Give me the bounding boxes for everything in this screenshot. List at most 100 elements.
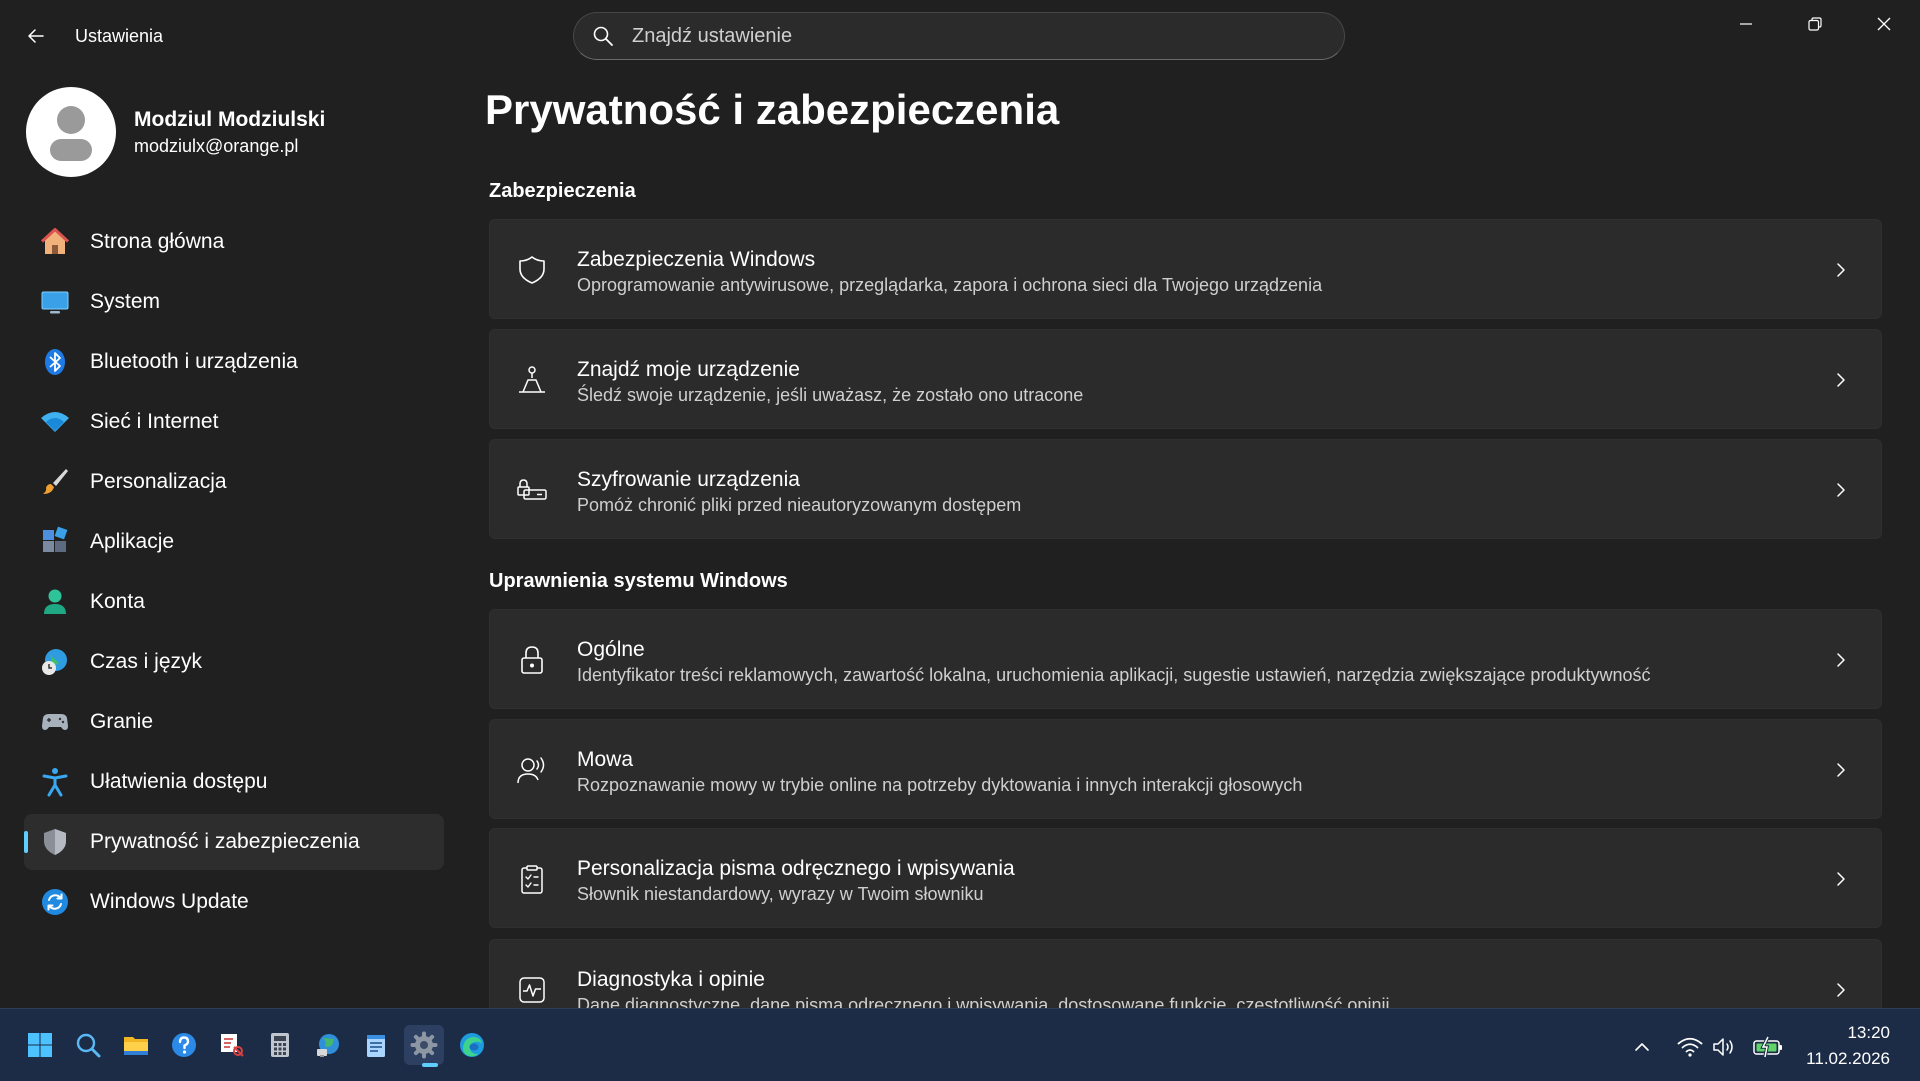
calculator-icon	[271, 1033, 289, 1057]
battery-tray-button[interactable]	[1750, 1033, 1786, 1061]
card-title: Personalizacja pisma odręcznego i wpisyw…	[577, 857, 1015, 880]
card-general[interactable]: Ogólne Identyfikator treści reklamowych,…	[489, 609, 1882, 709]
volume-tray-button[interactable]	[1710, 1033, 1738, 1061]
sidebar-item-label: Granie	[90, 710, 154, 733]
card-description: Śledź swoje urządzenie, jeśli uważasz, ż…	[577, 385, 1084, 405]
back-button[interactable]	[20, 20, 52, 52]
card-description: Dane diagnostyczne, dane pisma odręczneg…	[577, 995, 1390, 1008]
chevron-right-icon	[1829, 368, 1853, 392]
lock-icon	[514, 642, 550, 678]
show-hidden-icons-button[interactable]	[1628, 1033, 1656, 1061]
bluetooth-icon	[38, 345, 72, 379]
update-icon	[38, 885, 72, 919]
sidebar-item-accessibility[interactable]: Ułatwienia dostępu	[24, 754, 444, 810]
card-inking-typing[interactable]: Personalizacja pisma odręcznego i wpisyw…	[489, 828, 1882, 928]
chevron-up-icon	[1635, 1043, 1649, 1051]
sidebar-item-privacy[interactable]: Prywatność i zabezpieczenia	[24, 814, 444, 870]
sidebar-item-label: Strona główna	[90, 230, 225, 253]
back-arrow-icon	[28, 29, 44, 43]
taskbar-app-file-explorer[interactable]	[116, 1025, 156, 1065]
card-find-my-device[interactable]: Znajdź moje urządzenie Śledź swoje urząd…	[489, 329, 1882, 429]
settings-gear-icon	[410, 1031, 438, 1059]
chevron-right-icon	[1829, 978, 1853, 1002]
shield-icon	[38, 825, 72, 859]
diagnostics-icon	[514, 972, 550, 1008]
network-tray-button[interactable]	[1676, 1033, 1704, 1061]
card-device-encryption[interactable]: Szyfrowanie urządzenia Pomóż chronić pli…	[489, 439, 1882, 539]
start-button[interactable]	[20, 1025, 60, 1065]
card-description: Identyfikator treści reklamowych, zawart…	[577, 665, 1651, 685]
sidebar-item-apps[interactable]: Aplikacje	[24, 514, 444, 570]
find-device-icon	[514, 362, 550, 398]
sidebar-item-system[interactable]: System	[24, 274, 444, 330]
sidebar-item-label: Windows Update	[90, 890, 249, 913]
close-button[interactable]	[1861, 8, 1907, 40]
sidebar-item-gaming[interactable]: Granie	[24, 694, 444, 750]
sidebar-item-personalization[interactable]: Personalizacja	[24, 454, 444, 510]
chevron-right-icon	[1829, 478, 1853, 502]
clock-date[interactable]: 11.02.2026	[1806, 1049, 1890, 1069]
sidebar-item-bluetooth[interactable]: Bluetooth i urządzenia	[24, 334, 444, 390]
sidebar-item-label: Ułatwienia dostępu	[90, 770, 268, 793]
card-description: Słownik niestandardowy, wyrazy w Twoim s…	[577, 884, 984, 904]
network-globe-icon	[317, 1034, 339, 1057]
card-description: Rozpoznawanie mowy w trybie online na po…	[577, 775, 1303, 795]
sidebar-item-windows-update[interactable]: Windows Update	[24, 874, 444, 930]
avatar[interactable]	[26, 87, 116, 177]
card-title: Mowa	[577, 748, 634, 771]
snipping-tool-icon	[221, 1034, 244, 1057]
restore-button[interactable]	[1792, 8, 1838, 40]
sidebar-item-home[interactable]: Strona główna	[24, 214, 444, 270]
search-icon	[592, 24, 616, 48]
card-title: Diagnostyka i opinie	[577, 968, 765, 991]
profile-email: modziulx@orange.pl	[134, 136, 299, 156]
taskbar-app-notepad[interactable]	[356, 1025, 396, 1065]
notepad-icon	[367, 1035, 385, 1057]
wifi-icon	[38, 405, 72, 439]
chevron-right-icon	[1829, 867, 1853, 891]
taskbar-app-edge[interactable]	[452, 1025, 492, 1065]
card-description: Pomóż chronić pliki przed nieautoryzowan…	[577, 495, 1022, 515]
taskbar-app-network-globe[interactable]	[308, 1025, 348, 1065]
apps-icon	[38, 525, 72, 559]
chevron-right-icon	[1829, 258, 1853, 282]
user-silhouette-icon	[50, 106, 92, 161]
clock-time[interactable]: 13:20	[1847, 1023, 1890, 1043]
card-diagnostics-feedback[interactable]: Diagnostyka i opinie Dane diagnostyczne,…	[489, 939, 1882, 1008]
monitor-icon	[38, 285, 72, 319]
sidebar-item-time-language[interactable]: Czas i język	[24, 634, 444, 690]
card-description: Oprogramowanie antywirusowe, przeglądark…	[577, 275, 1323, 295]
card-windows-security[interactable]: Zabezpieczenia Windows Oprogramowanie an…	[489, 219, 1882, 319]
shield-outline-icon	[514, 252, 550, 288]
file-explorer-icon	[124, 1037, 148, 1055]
minimize-button[interactable]	[1723, 8, 1769, 40]
taskbar-app-help[interactable]	[164, 1025, 204, 1065]
taskbar-app-snipping-tool[interactable]	[212, 1025, 252, 1065]
card-title: Zabezpieczenia Windows	[577, 248, 816, 271]
gamepad-icon	[38, 705, 72, 739]
sidebar-item-accounts[interactable]: Konta	[24, 574, 444, 630]
active-app-indicator	[422, 1063, 438, 1067]
globe-clock-icon	[38, 645, 72, 679]
sidebar-item-label: Czas i język	[90, 650, 203, 673]
search-input[interactable]	[630, 23, 1314, 49]
sidebar-item-label: Sieć i Internet	[90, 410, 219, 433]
card-speech[interactable]: Mowa Rozpoznawanie mowy w trybie online …	[489, 719, 1882, 819]
taskbar: 13:20 11.02.2026	[0, 1008, 1920, 1081]
taskbar-search-button[interactable]	[68, 1025, 108, 1065]
taskbar-app-settings[interactable]	[404, 1025, 444, 1067]
profile-name: Modziul Modziulski	[134, 108, 326, 131]
sidebar-item-network[interactable]: Sieć i Internet	[24, 394, 444, 450]
home-icon	[38, 225, 72, 259]
search-box[interactable]	[573, 12, 1345, 60]
minimize-icon	[1740, 23, 1752, 25]
speech-icon	[514, 752, 550, 788]
restore-icon	[1808, 17, 1822, 31]
sidebar-item-label: Personalizacja	[90, 470, 227, 493]
chevron-right-icon	[1829, 648, 1853, 672]
close-icon	[1877, 17, 1891, 31]
encryption-icon	[514, 472, 550, 508]
taskbar-app-calculator[interactable]	[260, 1025, 300, 1065]
card-title: Szyfrowanie urządzenia	[577, 468, 800, 491]
speaker-icon	[1713, 1038, 1733, 1056]
